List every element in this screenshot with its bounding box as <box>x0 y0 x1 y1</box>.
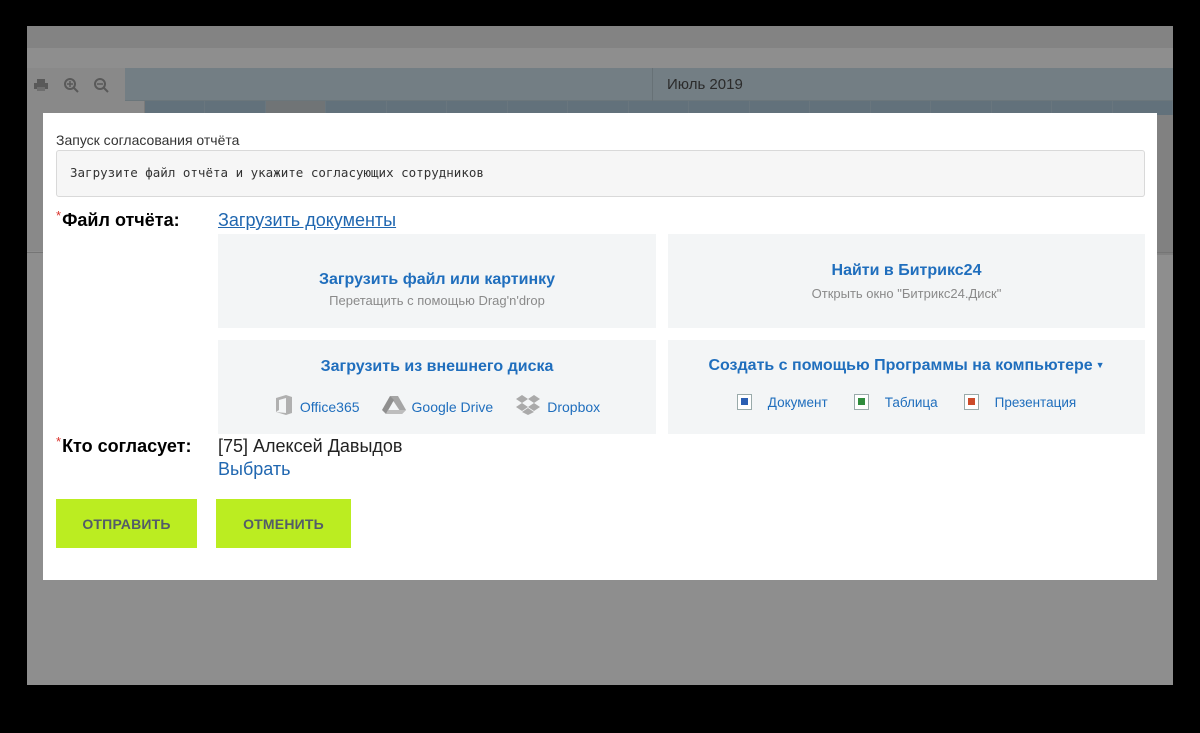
description-box: Загрузите файл отчёта и укажите согласую… <box>56 150 1145 197</box>
word-document-icon <box>736 394 752 410</box>
approval-dialog: Запуск согласования отчёта Загрузите фай… <box>43 113 1157 580</box>
presentation-option[interactable]: Презентация <box>963 394 1077 410</box>
create-box-title[interactable]: Создать с помощью Программы на компьютер… <box>668 357 1145 375</box>
spreadsheet-icon <box>853 394 869 410</box>
create-with-program-box: Создать с помощью Программы на компьютер… <box>668 340 1145 434</box>
send-button[interactable]: ОТПРАВИТЬ <box>56 499 197 548</box>
approver-field-label: *Кто согласует: <box>56 434 192 457</box>
required-mark: * <box>56 434 62 449</box>
upload-file-box[interactable]: Загрузить файл или картинку Перетащить с… <box>218 234 656 328</box>
external-box-title: Загрузить из внешнего диска <box>320 358 554 375</box>
external-options: Office365 Google Drive Dropbox <box>218 394 656 419</box>
presentation-label: Презентация <box>994 394 1077 410</box>
dropbox-icon <box>515 394 541 419</box>
dropbox-label: Dropbox <box>547 398 601 415</box>
approver-label-text: Кто согласует: <box>62 436 192 456</box>
office365-option[interactable]: Office365 <box>274 394 360 419</box>
chevron-down-icon: ▼ <box>1095 360 1105 370</box>
upload-box-title: Загрузить файл или картинку <box>318 271 556 288</box>
cancel-button[interactable]: ОТМЕНИТЬ <box>216 499 351 548</box>
dialog-title: Запуск согласования отчёта <box>56 132 240 148</box>
find-box-title: Найти в Битрикс24 <box>831 262 982 279</box>
choose-approver-link[interactable]: Выбрать <box>218 459 291 480</box>
spreadsheet-option[interactable]: Таблица <box>853 394 938 410</box>
document-option[interactable]: Документ <box>736 394 828 410</box>
create-options: Документ Таблица Презентация <box>668 394 1145 410</box>
google-drive-option[interactable]: Google Drive <box>381 394 494 419</box>
google-drive-label: Google Drive <box>411 398 494 415</box>
required-mark: * <box>56 208 62 223</box>
presentation-icon <box>963 394 979 410</box>
upload-documents-link[interactable]: Загрузить документы <box>218 210 396 231</box>
upload-box-subtitle: Перетащить с помощью Drag'n'drop <box>329 293 545 308</box>
find-box-subtitle: Открыть окно "Битрикс24.Диск" <box>811 286 1002 301</box>
spreadsheet-label: Таблица <box>884 394 938 410</box>
dropbox-option[interactable]: Dropbox <box>515 394 600 419</box>
document-label: Документ <box>767 394 828 410</box>
file-label-text: Файл отчёта: <box>62 210 180 230</box>
approver-value: [75] Алексей Давыдов <box>218 436 403 456</box>
google-drive-icon <box>381 395 406 418</box>
create-box-title-text: Создать с помощью Программы на компьютер… <box>708 357 1093 374</box>
office365-label: Office365 <box>299 398 360 415</box>
office365-icon <box>274 394 294 419</box>
file-field-label: *Файл отчёта: <box>56 208 180 231</box>
find-in-bitrix-box[interactable]: Найти в Битрикс24 Открыть окно "Битрикс2… <box>668 234 1145 328</box>
external-disk-box: Загрузить из внешнего диска Office365 Go… <box>218 340 656 434</box>
